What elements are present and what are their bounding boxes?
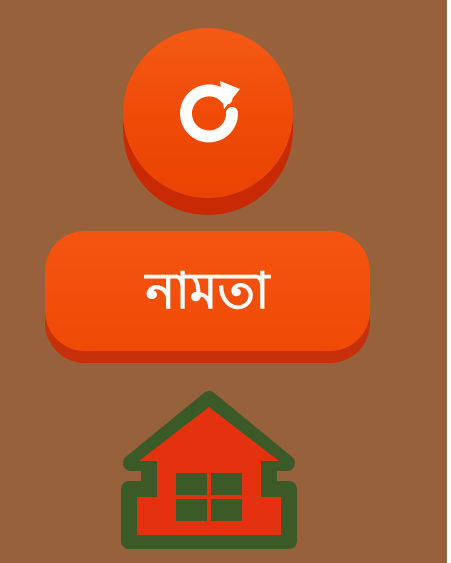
reload-button[interactable] xyxy=(123,28,293,216)
edge-strip xyxy=(447,0,451,563)
reload-icon xyxy=(180,81,240,143)
menu-screen: নামতা xyxy=(0,0,451,563)
namta-button[interactable]: নামতা xyxy=(45,231,370,363)
namta-button-label: নামতা xyxy=(145,262,270,320)
home-icon xyxy=(121,391,297,549)
home-button[interactable] xyxy=(119,391,299,563)
